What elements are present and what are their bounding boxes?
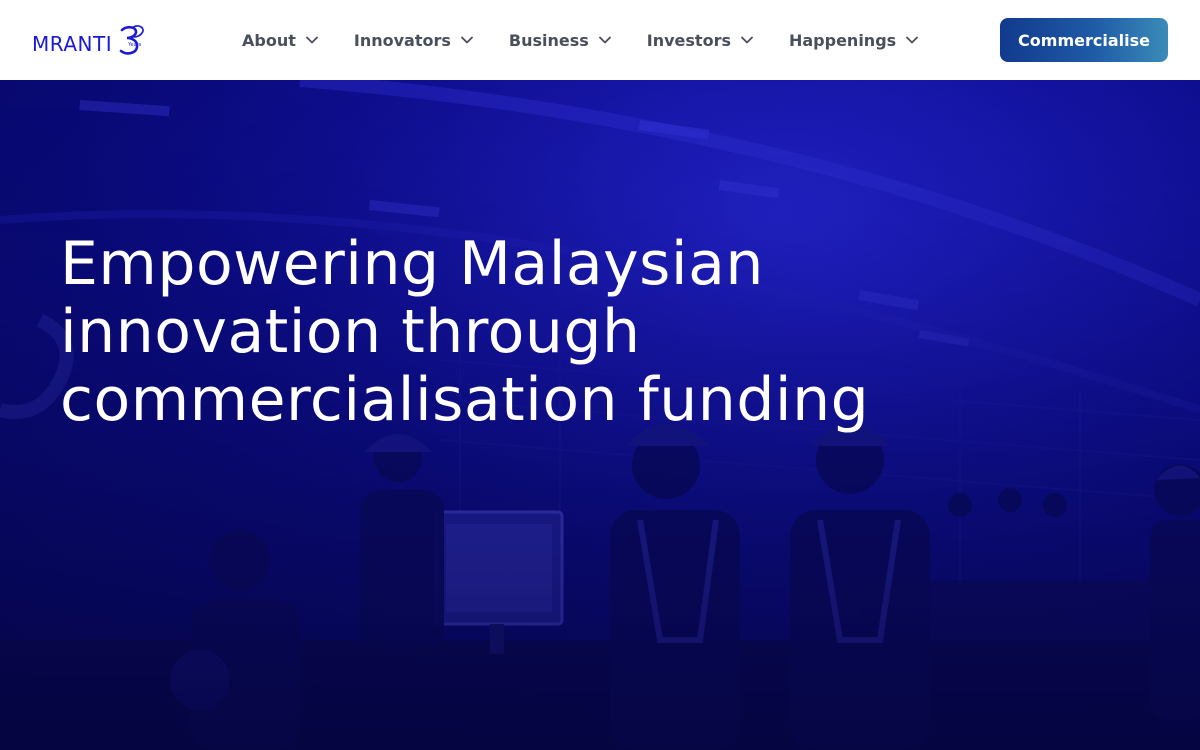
- nav-item-about[interactable]: About: [242, 0, 318, 80]
- chevron-down-icon: [741, 36, 753, 44]
- nav-item-label: Business: [508, 30, 589, 50]
- nav-item-investors[interactable]: Investors: [647, 0, 753, 80]
- mranti-logo[interactable]: MRANTI Years: [32, 22, 148, 58]
- nav-item-business[interactable]: Business: [509, 0, 611, 80]
- site-header: MRANTI Years About Innovators Business I…: [0, 0, 1200, 80]
- hero-section: Empowering Malaysian innovation through …: [0, 80, 1200, 750]
- main-nav: About Innovators Business Investors Happ…: [242, 0, 954, 80]
- nav-item-innovators[interactable]: Innovators: [354, 0, 473, 80]
- chevron-down-icon: [598, 36, 611, 44]
- nav-item-label: About: [242, 30, 296, 50]
- anniversary-3-icon: Years: [114, 24, 148, 58]
- chevron-down-icon: [460, 36, 473, 44]
- nav-item-label: Happenings: [788, 30, 897, 50]
- commercialise-button[interactable]: Commercialise: [1000, 18, 1168, 62]
- chevron-down-icon: [906, 36, 919, 44]
- nav-item-label: Innovators: [353, 30, 451, 50]
- nav-item-happenings[interactable]: Happenings: [788, 0, 919, 80]
- hero-title: Empowering Malaysian innovation through …: [60, 229, 870, 435]
- logo-years-label: Years: [128, 42, 142, 48]
- logo-wordmark: MRANTI: [32, 32, 113, 56]
- nav-item-label: Investors: [646, 30, 731, 50]
- chevron-down-icon: [305, 36, 318, 44]
